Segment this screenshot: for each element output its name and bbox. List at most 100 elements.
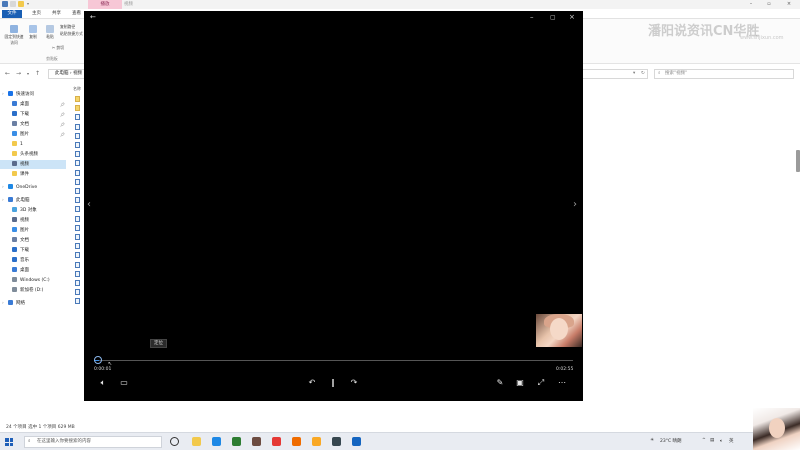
sidebar-item[interactable]: 新加卷 (D:) xyxy=(0,286,66,295)
weather-icon[interactable]: ☀ xyxy=(650,438,654,443)
files-icon[interactable] xyxy=(192,437,201,446)
properties-icon[interactable] xyxy=(10,1,16,7)
tab-home[interactable]: 主页 xyxy=(32,10,41,18)
sidebar-item[interactable]: 桌面 xyxy=(0,266,66,275)
back-icon[interactable]: ← xyxy=(5,70,10,77)
pin-icon[interactable]: 📌︎ xyxy=(60,120,65,129)
taskbar-search-input[interactable]: ⌕ 在这里输入你要搜索的内容 xyxy=(24,436,162,448)
tab-view[interactable]: 查看 xyxy=(72,10,81,18)
tray-overflow-icon[interactable]: ^ xyxy=(702,438,706,443)
scrollbar-thumb[interactable] xyxy=(796,150,800,172)
video-player[interactable]: ← – ▢ × ‹ › 定位 ↖ 0:00:01 0:02:55 🔈︎ ▭ ↶ … xyxy=(84,11,583,401)
volume-tray-icon[interactable]: 🔈︎ xyxy=(720,438,723,444)
start-button[interactable] xyxy=(5,438,13,446)
video-file-icon[interactable] xyxy=(75,215,80,222)
sidebar-item[interactable]: 音乐 xyxy=(0,256,66,265)
minimize-icon[interactable]: – xyxy=(530,13,534,21)
pin-icon[interactable]: 📌︎ xyxy=(60,130,65,139)
search-input[interactable]: ⌕ 搜索"视频" xyxy=(654,69,794,79)
video-file-icon[interactable] xyxy=(75,280,80,286)
video-file-icon[interactable] xyxy=(75,224,80,231)
expand-chevron-icon[interactable]: › xyxy=(2,90,4,99)
video-file-icon[interactable] xyxy=(75,160,80,167)
subtitles-icon[interactable]: ▭ xyxy=(118,378,130,387)
video-file-icon[interactable] xyxy=(75,289,80,296)
progress-knob[interactable] xyxy=(94,356,102,364)
minimize-button[interactable]: – xyxy=(744,0,758,9)
previous-arrow-icon[interactable]: ‹ xyxy=(87,199,91,210)
sidebar-item[interactable]: 桌面 📌︎ xyxy=(0,100,66,109)
ime-indicator[interactable]: 英 xyxy=(729,438,734,444)
paste-shortcut-button[interactable]: 粘贴快捷方式 xyxy=(60,31,84,37)
pin-icon[interactable]: 📌︎ xyxy=(60,100,65,109)
sidebar-item[interactable]: 课件 xyxy=(0,170,66,179)
folder-icon[interactable] xyxy=(75,96,80,102)
sidebar-item[interactable]: 3D 对象 xyxy=(0,206,66,215)
video-file-icon[interactable] xyxy=(75,298,80,305)
expand-chevron-icon[interactable]: › xyxy=(2,196,4,205)
tab-file[interactable]: 文件 xyxy=(2,10,22,18)
sidebar-item[interactable]: 此电脑 › xyxy=(0,196,66,205)
weather-text[interactable]: 23°C 晴朗 xyxy=(660,438,682,444)
expand-chevron-icon[interactable]: › xyxy=(2,183,4,192)
video-file-icon[interactable] xyxy=(75,151,80,158)
app-icon[interactable] xyxy=(312,437,321,446)
skip-back-icon[interactable]: ↶ xyxy=(306,378,318,387)
tab-share[interactable]: 共享 xyxy=(52,10,61,18)
sidebar-item[interactable]: 下载 📌︎ xyxy=(0,110,66,119)
up-icon[interactable]: ↑ xyxy=(35,70,40,77)
video-file-icon[interactable] xyxy=(75,252,80,259)
app-icon[interactable] xyxy=(232,437,241,446)
sidebar-item[interactable]: OneDrive › xyxy=(0,183,66,192)
task-view-icon[interactable] xyxy=(170,437,179,446)
sidebar-item[interactable]: 图片 📌︎ xyxy=(0,130,66,139)
sidebar-item[interactable]: 文档 xyxy=(0,236,66,245)
mini-view-icon[interactable]: ▣ xyxy=(514,378,526,387)
sidebar-item[interactable]: 下载 xyxy=(0,246,66,255)
pin-to-quick-access-button[interactable]: 固定到快速访问 xyxy=(3,25,25,46)
sidebar-item[interactable]: 图片 xyxy=(0,226,66,235)
volume-icon[interactable]: 🔈︎ xyxy=(97,378,109,388)
skip-forward-icon[interactable]: ↷ xyxy=(348,378,360,387)
sidebar-item[interactable]: 快速访问 › xyxy=(0,90,66,99)
video-file-icon[interactable] xyxy=(75,197,80,204)
edit-pen-icon[interactable]: ✎ xyxy=(494,378,506,387)
video-file-icon[interactable] xyxy=(75,261,80,268)
refresh-icon[interactable]: ↻ xyxy=(641,70,645,78)
video-file-icon[interactable] xyxy=(75,114,80,121)
more-options-icon[interactable]: ⋯ xyxy=(556,378,568,387)
fullscreen-icon[interactable]: ⤢ xyxy=(535,378,547,388)
copy-button[interactable]: 复制 xyxy=(27,25,39,40)
back-icon[interactable]: ← xyxy=(90,13,96,21)
video-file-icon[interactable] xyxy=(75,243,80,250)
video-file-icon[interactable] xyxy=(75,206,80,213)
forward-icon[interactable]: → xyxy=(16,70,21,77)
close-icon[interactable]: × xyxy=(569,13,575,21)
app-icon[interactable] xyxy=(272,437,281,446)
network-tray-icon[interactable]: ▤ xyxy=(710,438,714,443)
video-file-icon[interactable] xyxy=(75,270,80,277)
sidebar-item[interactable]: 视频 xyxy=(0,160,66,169)
app-icon[interactable] xyxy=(352,437,361,446)
copy-path-button[interactable]: 复制路径 xyxy=(60,24,84,30)
folder-icon[interactable] xyxy=(75,105,80,112)
maximize-icon[interactable]: ▢ xyxy=(550,14,556,21)
new-folder-icon[interactable] xyxy=(18,1,24,7)
sidebar-item[interactable]: 视频 xyxy=(0,216,66,225)
pin-icon[interactable]: 📌︎ xyxy=(60,110,65,119)
sidebar-item[interactable]: Windows (C:) xyxy=(0,276,66,285)
edge-icon[interactable] xyxy=(212,437,221,446)
paste-button[interactable]: 粘贴 xyxy=(43,25,57,40)
app-icon[interactable] xyxy=(252,437,261,446)
sidebar-item[interactable]: 网络 › xyxy=(0,299,66,308)
video-file-icon[interactable] xyxy=(75,142,80,148)
next-arrow-icon[interactable]: › xyxy=(573,199,577,210)
cut-button[interactable]: ✂ 剪切 xyxy=(52,45,68,51)
sidebar-item[interactable]: 文档 📌︎ xyxy=(0,120,66,129)
maximize-button[interactable]: ▫ xyxy=(762,0,776,9)
sidebar-item[interactable]: 1 xyxy=(0,140,66,149)
app-icon[interactable] xyxy=(332,437,341,446)
recent-dropdown-icon[interactable]: ▾ xyxy=(27,71,29,76)
address-dropdown-icon[interactable]: ▾ xyxy=(633,70,635,78)
video-file-icon[interactable] xyxy=(75,169,80,176)
